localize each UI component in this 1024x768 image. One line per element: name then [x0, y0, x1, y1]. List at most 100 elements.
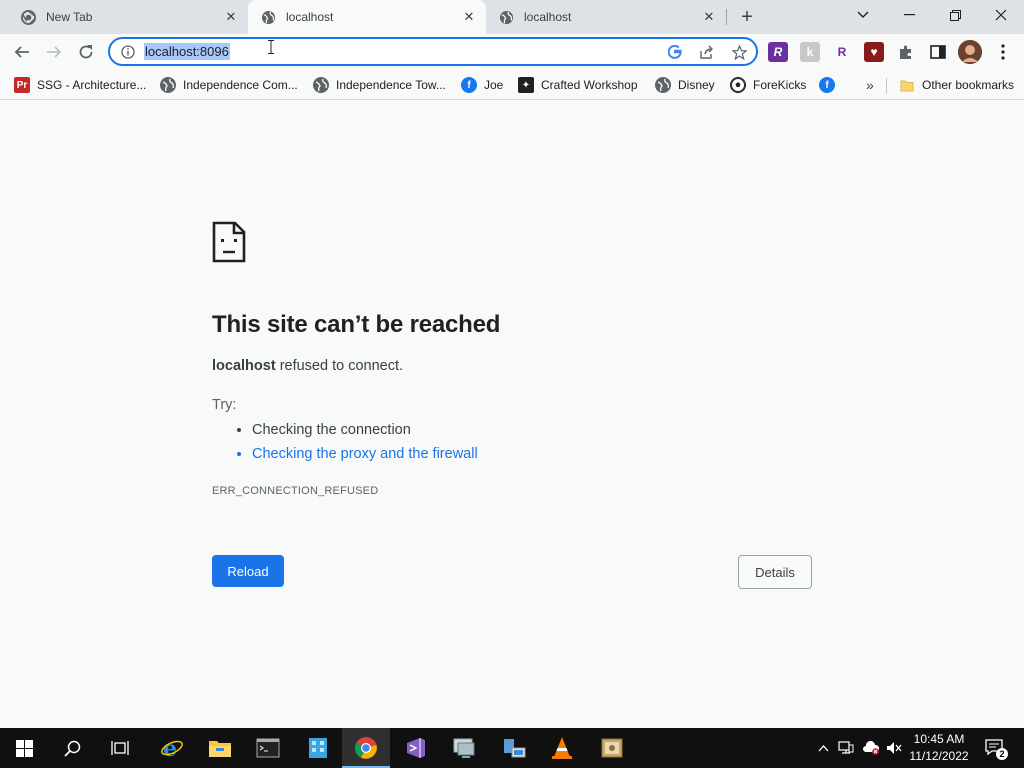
tab-separator	[726, 9, 727, 25]
bookmark-item[interactable]: Disney	[655, 75, 715, 95]
error-message: localhost refused to connect.	[212, 358, 403, 374]
bookmark-item[interactable]: f Joe	[461, 75, 503, 95]
close-icon[interactable]: ✕	[222, 8, 240, 26]
pr-logo-icon: Pr	[14, 77, 30, 93]
extensions-puzzle-icon[interactable]	[896, 42, 916, 62]
url-text[interactable]: localhost:8096	[144, 43, 230, 60]
minimize-icon[interactable]	[886, 0, 932, 30]
search-icon[interactable]	[48, 728, 96, 768]
extension-heart-icon[interactable]: ♥	[864, 42, 884, 62]
suggestion-item: Checking the connection	[252, 421, 478, 445]
system-clock[interactable]: 10:45 AM 11/12/2022	[904, 731, 974, 765]
windows-taskbar: e 10:45 AM 11/12/2022 2	[0, 728, 1024, 768]
close-icon[interactable]: ✕	[700, 8, 718, 26]
tab-search-icon[interactable]	[840, 0, 886, 30]
share-icon[interactable]	[696, 42, 718, 62]
bookmarks-bar: Pr SSG - Architecture... Independence Co…	[0, 70, 1024, 100]
network-icon[interactable]	[836, 728, 856, 768]
bookmark-label: SSG - Architecture...	[37, 78, 147, 92]
address-bar[interactable]: localhost:8096	[108, 37, 758, 66]
bookmark-label: Disney	[678, 78, 715, 92]
suggestion-link-proxy-firewall[interactable]: Checking the proxy and the firewall	[252, 445, 478, 469]
photo-viewer-icon[interactable]	[588, 728, 636, 768]
close-icon[interactable]: ✕	[460, 8, 478, 26]
error-host: localhost	[212, 358, 276, 374]
tab-localhost-active[interactable]: localhost ✕	[248, 0, 486, 34]
restore-icon[interactable]	[932, 0, 978, 30]
bookmark-label: Joe	[484, 78, 504, 92]
extension-r-icon[interactable]: R	[832, 42, 852, 62]
text-cursor-icon	[268, 40, 274, 54]
bookmark-label: Independence Com...	[183, 78, 298, 92]
chrome-icon	[20, 9, 36, 25]
browser-toolbar: localhost:8096 R k R ♥	[0, 34, 1024, 70]
tab-strip: New Tab ✕ localhost ✕ localhost ✕ +	[0, 0, 1024, 34]
bookmark-label: Other bookmarks	[922, 78, 1015, 92]
tab-title: localhost	[524, 10, 572, 24]
error-title: This site can’t be reached	[212, 311, 501, 338]
chrome-taskbar-icon[interactable]	[342, 728, 390, 768]
volume-muted-icon[interactable]	[884, 728, 904, 768]
server-manager-icon[interactable]	[294, 728, 342, 768]
tab-localhost[interactable]: localhost ✕	[486, 0, 726, 34]
remote-desktop-icon[interactable]	[440, 728, 488, 768]
tab-title: localhost	[286, 10, 334, 24]
side-panel-icon[interactable]	[928, 42, 948, 62]
sad-page-icon	[212, 221, 246, 263]
bookmark-label: ForeKicks	[753, 78, 807, 92]
network-computer-icon[interactable]	[490, 728, 538, 768]
bookmark-item[interactable]: ✦ Crafted Workshop	[518, 75, 638, 95]
globe-icon	[313, 77, 329, 93]
tab-new-tab[interactable]: New Tab ✕	[8, 0, 248, 34]
bookmark-item[interactable]: Pr SSG - Architecture...	[14, 75, 146, 95]
soccer-ball-icon	[730, 77, 746, 93]
clock-time: 10:45 AM	[913, 732, 965, 746]
bookmark-star-icon[interactable]	[728, 42, 750, 62]
globe-icon	[260, 9, 276, 25]
internet-explorer-icon[interactable]: e	[148, 728, 196, 768]
command-prompt-icon[interactable]	[244, 728, 292, 768]
close-window-icon[interactable]	[978, 0, 1024, 30]
facebook-icon: f	[461, 77, 477, 93]
bookmark-item[interactable]: Independence Com...	[160, 75, 298, 95]
bookmarks-overflow-chevron-icon[interactable]: »	[866, 75, 874, 95]
notification-count-badge: 2	[996, 748, 1008, 760]
globe-icon	[160, 77, 176, 93]
bookmark-item[interactable]: f	[819, 75, 842, 95]
bookmarks-divider	[886, 78, 887, 94]
other-bookmarks[interactable]: Other bookmarks	[899, 75, 1014, 95]
file-explorer-icon[interactable]	[196, 728, 244, 768]
globe-icon	[655, 77, 671, 93]
new-tab-button[interactable]: +	[736, 6, 758, 28]
reload-icon[interactable]	[72, 38, 100, 66]
windows-start-icon[interactable]	[0, 728, 48, 768]
visual-studio-icon[interactable]	[392, 728, 440, 768]
cloud-sync-error-icon[interactable]	[860, 728, 882, 768]
task-view-icon[interactable]	[96, 728, 144, 768]
error-code: ERR_CONNECTION_REFUSED	[212, 485, 379, 497]
google-lens-icon[interactable]	[664, 42, 686, 62]
suggestions-list: Checking the connection Checking the pro…	[234, 421, 478, 469]
back-arrow-icon[interactable]	[8, 38, 36, 66]
extension-r-purple-icon[interactable]: R	[768, 42, 788, 62]
facebook-icon: f	[819, 77, 835, 93]
profile-avatar[interactable]	[958, 40, 982, 64]
info-icon[interactable]	[120, 44, 136, 60]
bookmark-item[interactable]: Independence Tow...	[313, 75, 446, 95]
forward-arrow-icon[interactable]	[40, 38, 68, 66]
folder-icon	[899, 77, 915, 93]
menu-kebab-icon[interactable]	[993, 42, 1013, 62]
extension-k-grey-icon[interactable]: k	[800, 42, 820, 62]
try-label: Try:	[212, 397, 237, 413]
bookmark-item[interactable]: ForeKicks	[730, 75, 806, 95]
vlc-icon[interactable]	[538, 728, 586, 768]
bookmark-label: Crafted Workshop	[541, 78, 638, 92]
crafted-logo-icon: ✦	[518, 77, 534, 93]
details-button[interactable]: Details	[738, 555, 812, 589]
error-message-text: refused to connect.	[279, 358, 404, 374]
reload-button[interactable]: Reload	[212, 555, 284, 587]
tab-title: New Tab	[46, 10, 93, 24]
clock-date: 11/12/2022	[909, 749, 969, 763]
show-hidden-icons-chevron-icon[interactable]	[814, 728, 832, 768]
action-center-icon[interactable]: 2	[980, 728, 1010, 768]
